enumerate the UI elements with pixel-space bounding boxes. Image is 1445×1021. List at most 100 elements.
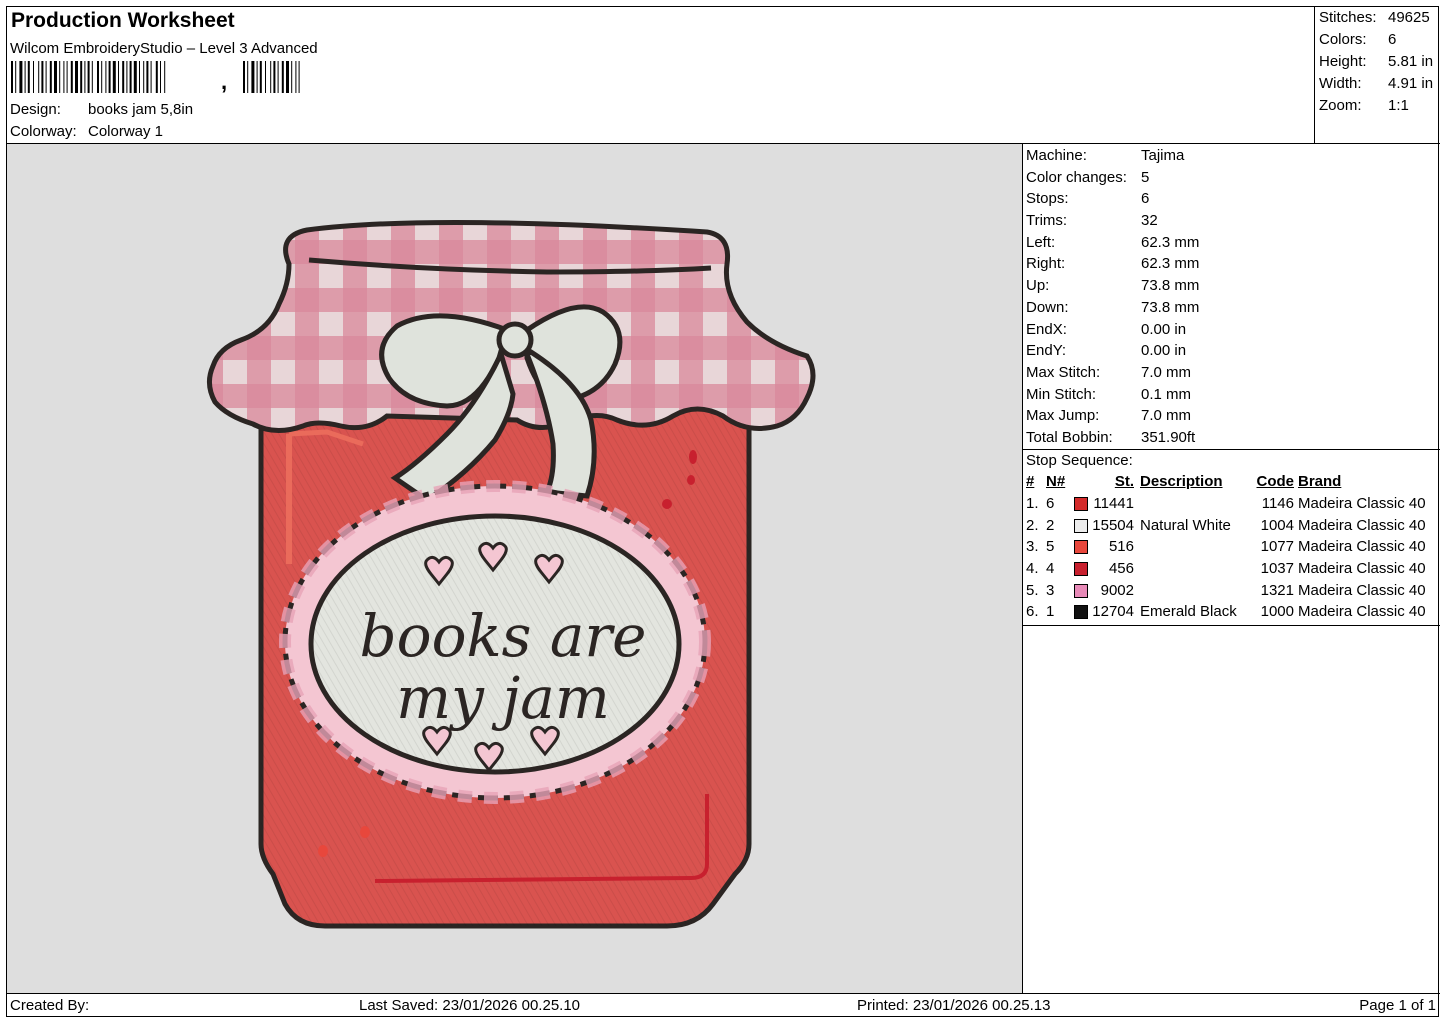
machine-info-panel: Machine: Tajima Color changes: 5 Stops: 6 Trim…: [1023, 144, 1440, 993]
machine-info-row: Trims: 32: [1023, 210, 1440, 232]
barcode-bar: [281, 61, 284, 93]
stop-code: 1000: [1260, 603, 1294, 621]
barcode-bar: [112, 61, 116, 93]
machine-info-label: Trims:: [1026, 212, 1068, 230]
stop-description: [1140, 493, 1251, 515]
summary-label: Colors:: [1319, 31, 1367, 48]
col-swatch: [1070, 471, 1090, 493]
machine-info-value: 62.3 mm: [1141, 233, 1200, 251]
machine-info-label: Min Stitch:: [1026, 385, 1097, 403]
stop-sequence-header: # N# St. Description Code Brand: [1026, 471, 1426, 493]
col-description: Description: [1140, 473, 1223, 491]
barcode-bar: [146, 61, 149, 93]
barcode-bar: [49, 61, 52, 93]
stop-stitches: 516: [1108, 538, 1134, 556]
machine-info-value: 73.8 mm: [1141, 298, 1200, 316]
stop-sequence-title: Stop Sequence:: [1026, 451, 1133, 469]
worksheet: Production Worksheet Wilcom EmbroiderySt…: [6, 6, 1440, 1018]
stop-sequence-rows: 1. 6 11441 1146 Madeira Classic 40 2. 2 15504 Na…: [1026, 493, 1426, 623]
stop-num: 5.: [1026, 581, 1039, 599]
barcode-bar: [160, 61, 161, 93]
summary-row: Stitches: 49625: [1315, 8, 1440, 30]
barcode-bar: [101, 61, 103, 93]
barcode-bar: [291, 61, 293, 93]
summary-row: Zoom: 1:1: [1315, 96, 1440, 118]
machine-info-row: EndX: 0.00 in: [1023, 319, 1440, 341]
summary-value: 4.91 in: [1388, 75, 1434, 92]
created-by: Created By:: [10, 997, 90, 1014]
machine-info-row: EndY: 0.00 in: [1023, 340, 1440, 362]
machine-info-row: Left: 62.3 mm: [1023, 232, 1440, 254]
machine-info-row: Total Bobbin: 351.90ft: [1023, 427, 1440, 449]
color-swatch: [1070, 536, 1090, 558]
machine-info-row: Right: 62.3 mm: [1023, 253, 1440, 275]
barcode-bar: [298, 61, 300, 93]
stop-row: 5. 3 9002 1321 Madeira Classic 40: [1026, 579, 1426, 601]
col-needle: N#: [1046, 473, 1066, 491]
summary-label: Stitches:: [1319, 9, 1377, 26]
barcode-bar: [270, 61, 272, 93]
machine-info-label: EndX:: [1026, 320, 1067, 338]
summary-label: Height:: [1319, 53, 1367, 70]
machine-info-label: Total Bobbin:: [1026, 428, 1113, 446]
colorway-row: Colorway: Colorway 1: [10, 123, 163, 140]
machine-info-value: 73.8 mm: [1141, 277, 1200, 295]
stop-description: [1140, 558, 1251, 580]
barcode-bar: [24, 61, 26, 93]
summary-value: 1:1: [1388, 97, 1409, 114]
machine-info-label: Left:: [1026, 233, 1056, 251]
stop-num: 4.: [1026, 560, 1039, 578]
barcode-bar: [139, 61, 140, 93]
summary-value: 49625: [1388, 9, 1430, 26]
barcode-bar: [143, 61, 145, 93]
stop-description: [1140, 536, 1251, 558]
barcode-bar: [54, 61, 57, 93]
colorway-label: Colorway:: [10, 123, 77, 140]
machine-info-value: 62.3 mm: [1141, 255, 1200, 273]
barcode-bar: [108, 61, 111, 93]
stop-description: Natural White: [1140, 516, 1231, 534]
stop-stitches: 456: [1108, 560, 1134, 578]
stop-row: 3. 5 516 1077 Madeira Classic 40: [1026, 536, 1426, 558]
machine-info-value: 6: [1141, 190, 1150, 208]
thread-color-swatch: [1074, 562, 1088, 577]
stop-needle: 2: [1046, 516, 1055, 534]
stop-needle: 1: [1046, 603, 1055, 621]
machine-info-row: Max Stitch: 7.0 mm: [1023, 362, 1440, 384]
barcode-bar: [38, 61, 40, 93]
worksheet-footer: Created By: Last Saved: 23/01/2026 00.25…: [7, 993, 1440, 1018]
machine-info-value: 7.0 mm: [1141, 363, 1192, 381]
stop-needle: 4: [1046, 560, 1055, 578]
stop-description: Emerald Black: [1140, 603, 1237, 621]
summary-label: Width:: [1319, 75, 1362, 92]
thread-color-swatch: [1074, 497, 1088, 511]
summary-panel: Stitches: 49625 Colors: 6 Height: 5.81 in W…: [1314, 7, 1440, 144]
barcode-bar: [19, 61, 23, 93]
stop-sequence-table: # N# St. Description Code Brand 1. 6 11441…: [1026, 471, 1426, 623]
machine-info-label: Max Jump:: [1026, 407, 1100, 425]
stop-brand: Madeira Classic 40: [1298, 494, 1426, 512]
stop-stitches: 9002: [1100, 581, 1134, 599]
colorway-value: Colorway 1: [88, 123, 164, 140]
barcode-bar: [256, 61, 258, 93]
barcode-bar: [251, 61, 255, 93]
barcode-bar: [164, 61, 166, 93]
barcode-bar: [150, 61, 152, 93]
color-swatch: [1070, 579, 1090, 601]
stop-needle: 3: [1046, 581, 1055, 599]
design-value: books jam 5,8in: [88, 101, 194, 118]
machine-info-row: Down: 73.8 mm: [1023, 297, 1440, 319]
stop-row: 1. 6 11441 1146 Madeira Classic 40: [1026, 493, 1426, 515]
barcode-suffix: ,: [221, 69, 228, 94]
summary-row: Colors: 6: [1315, 30, 1440, 52]
machine-info-row: Machine: Tajima: [1023, 145, 1440, 167]
machine-info-label: Machine:: [1026, 147, 1087, 164]
machine-info-value: 0.1 mm: [1141, 385, 1192, 403]
barcode-bar: [122, 61, 125, 93]
design-row: Design: books jam 5,8in: [10, 101, 193, 118]
barcode-bar: [259, 61, 262, 93]
barcode-bar: [105, 61, 107, 93]
page-title: Production Worksheet: [11, 9, 235, 32]
thread-color-swatch: [1074, 583, 1088, 598]
embroidery-jam-jar-image: books are my jam: [207, 219, 816, 929]
